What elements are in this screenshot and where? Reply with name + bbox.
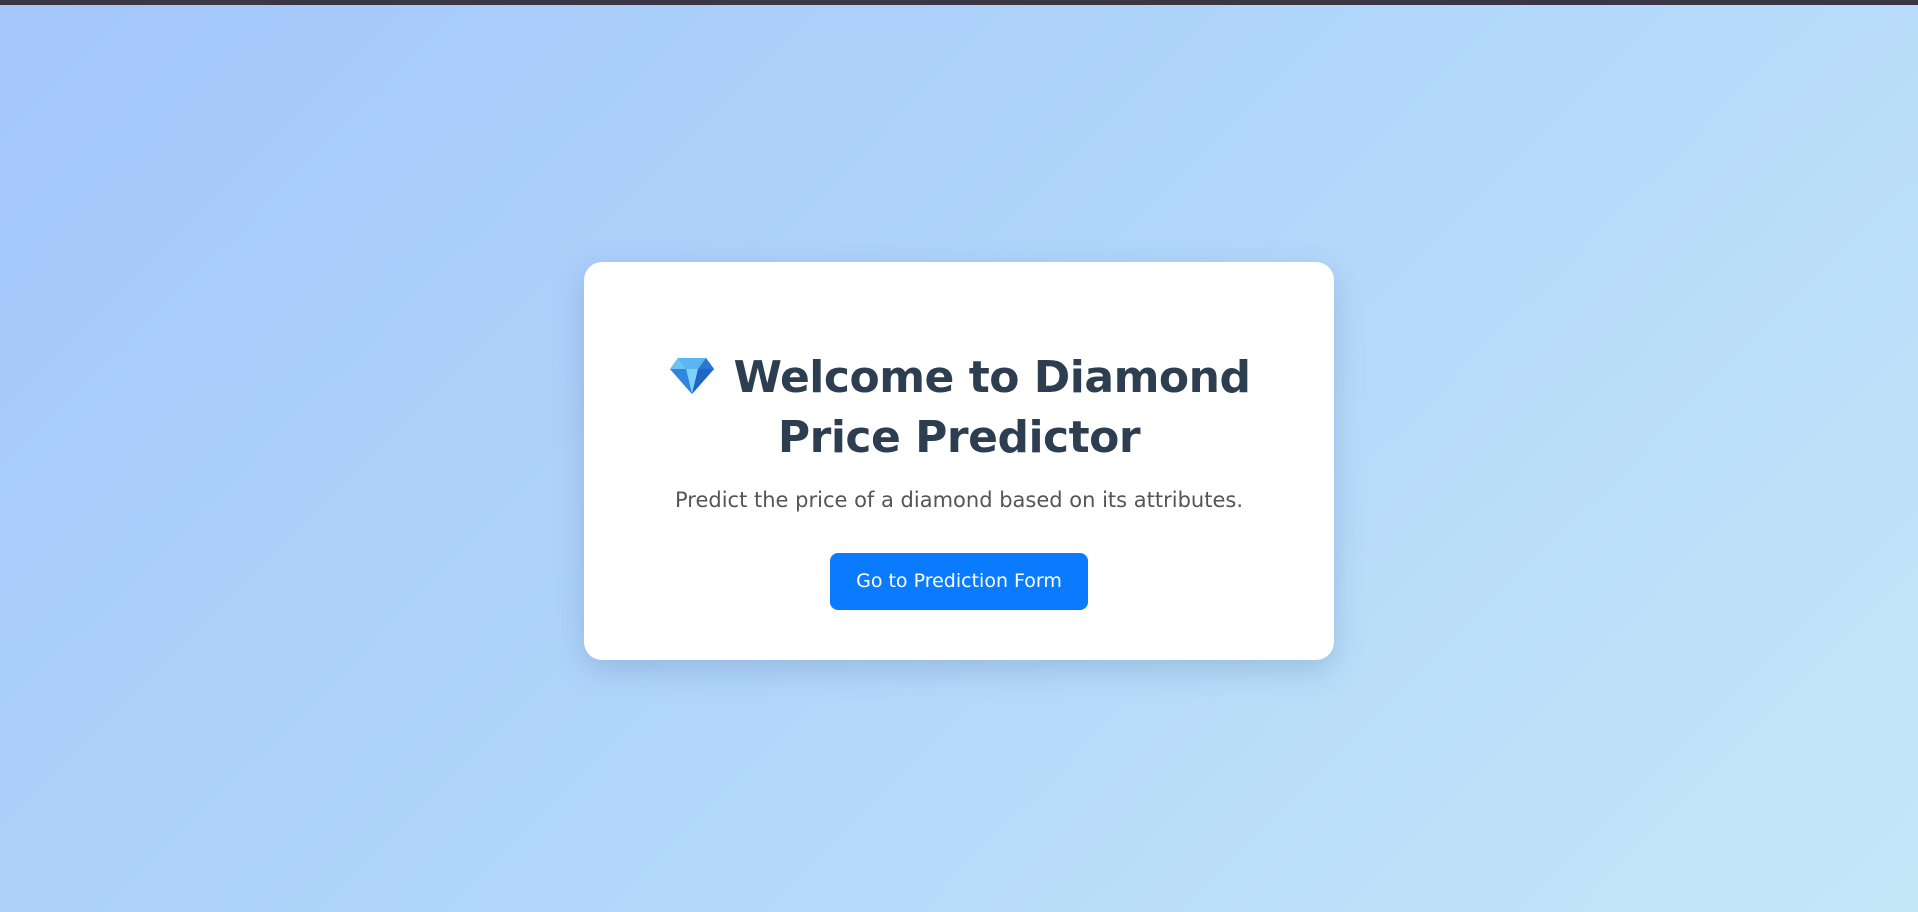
- title-line-1: Welcome to Diamond: [733, 352, 1251, 403]
- page: Welcome to Diamond Price Predictor Predi…: [0, 0, 1918, 912]
- title-row-2: Price Predictor: [584, 408, 1334, 468]
- welcome-card: Welcome to Diamond Price Predictor Predi…: [584, 262, 1334, 660]
- subtitle: Predict the price of a diamond based on …: [675, 488, 1243, 512]
- gem-icon: [669, 358, 714, 394]
- title-row-1: Welcome to Diamond: [584, 348, 1334, 408]
- page-title: Welcome to Diamond Price Predictor: [584, 348, 1334, 468]
- title-line-2: Price Predictor: [777, 412, 1141, 463]
- window-top-strip: [0, 0, 1918, 5]
- go-to-prediction-form-button[interactable]: Go to Prediction Form: [830, 553, 1088, 610]
